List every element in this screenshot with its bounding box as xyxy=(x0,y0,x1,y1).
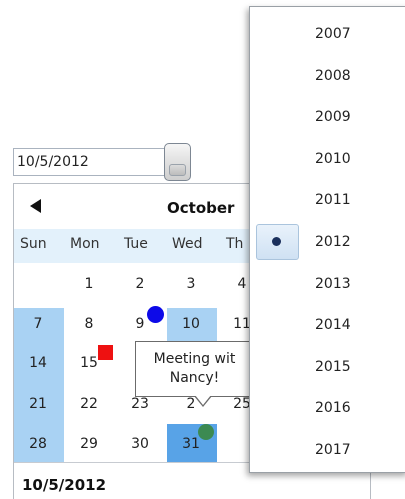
blue-event-marker-icon xyxy=(147,306,164,323)
red-event-marker-icon xyxy=(98,345,113,360)
day-cell[interactable]: 23 xyxy=(124,396,156,412)
event-tooltip: Meeting wit Nancy! xyxy=(135,341,253,397)
year-item-2011[interactable]: 2011 xyxy=(315,192,351,208)
day-cell[interactable]: 14 xyxy=(22,355,54,371)
weekday-mon: Mon xyxy=(70,236,100,252)
day-cell[interactable]: 21 xyxy=(22,396,54,412)
tooltip-line-2: Nancy! xyxy=(169,370,220,386)
selected-date-label: 10/5/2012 xyxy=(22,476,107,494)
day-cell[interactable]: 3 xyxy=(175,276,207,292)
day-cell[interactable]: 7 xyxy=(22,316,54,332)
day-cell[interactable]: 29 xyxy=(73,436,105,452)
day-cell[interactable]: 28 xyxy=(22,436,54,452)
year-item-2009[interactable]: 2009 xyxy=(315,109,351,125)
year-item-2010[interactable]: 2010 xyxy=(315,151,351,167)
year-item-2013[interactable]: 2013 xyxy=(315,276,351,292)
weekday-wed: Wed xyxy=(172,236,203,252)
day-cell[interactable]: 30 xyxy=(124,436,156,452)
year-item-2016[interactable]: 2016 xyxy=(315,400,351,416)
year-item-2008[interactable]: 2008 xyxy=(315,68,351,84)
year-item-2007[interactable]: 2007 xyxy=(315,26,351,42)
day-cell[interactable]: 2 xyxy=(124,276,156,292)
dropdown-button-grip xyxy=(169,164,186,176)
year-item-2017[interactable]: 2017 xyxy=(315,442,351,458)
day-cell[interactable]: 1 xyxy=(73,276,105,292)
radio-dot-icon xyxy=(272,237,281,246)
tooltip-line-1: Meeting wit xyxy=(153,351,236,367)
year-item-2012[interactable]: 2012 xyxy=(315,234,351,250)
year-item-2015[interactable]: 2015 xyxy=(315,359,351,375)
date-input[interactable]: 10/5/2012 xyxy=(13,148,167,176)
day-cell[interactable]: 22 xyxy=(73,396,105,412)
year-item-2014[interactable]: 2014 xyxy=(315,317,351,333)
dropdown-button[interactable] xyxy=(164,143,191,181)
weekday-thu: Th xyxy=(226,236,244,252)
day-cell[interactable]: 8 xyxy=(73,316,105,332)
weekday-tue: Tue xyxy=(124,236,148,252)
month-title[interactable]: October xyxy=(167,199,234,217)
green-event-marker-icon xyxy=(198,424,214,440)
previous-month-arrow-icon[interactable] xyxy=(30,199,41,213)
selected-year-indicator xyxy=(256,224,299,260)
day-cell[interactable]: 10 xyxy=(175,316,207,332)
tooltip-pointer-fill xyxy=(195,395,211,405)
weekday-sun: Sun xyxy=(20,236,47,252)
